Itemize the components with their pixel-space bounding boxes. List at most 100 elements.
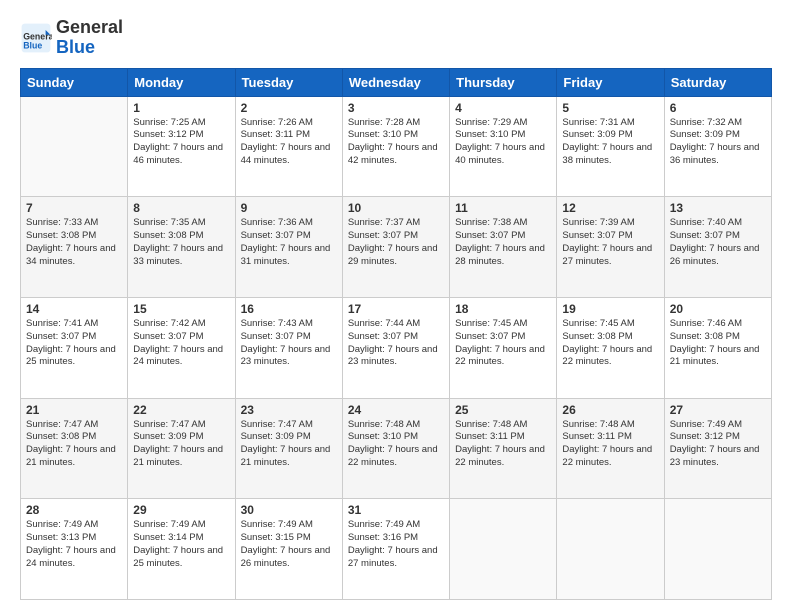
calendar-cell: [557, 499, 664, 600]
calendar-cell: 30Sunrise: 7:49 AMSunset: 3:15 PMDayligh…: [235, 499, 342, 600]
cell-info: Sunrise: 7:48 AMSunset: 3:11 PMDaylight:…: [562, 419, 658, 470]
day-number: 23: [241, 403, 337, 417]
day-number: 21: [26, 403, 122, 417]
weekday-header-thursday: Thursday: [450, 68, 557, 96]
day-number: 22: [133, 403, 229, 417]
cell-info: Sunrise: 7:36 AMSunset: 3:07 PMDaylight:…: [241, 217, 337, 268]
calendar-cell: 7 Sunrise: 7:33 AMSunset: 3:08 PMDaylight…: [21, 197, 128, 298]
day-number: 11: [455, 201, 551, 215]
week-row-2: 7 Sunrise: 7:33 AMSunset: 3:08 PMDaylight…: [21, 197, 772, 298]
week-row-1: 1 Sunrise: 7:25 AMSunset: 3:12 PMDaylight…: [21, 96, 772, 197]
cell-info: Sunrise: 7:49 AMSunset: 3:15 PMDaylight:…: [241, 519, 337, 570]
cell-info: Sunrise: 7:49 AMSunset: 3:13 PMDaylight:…: [26, 519, 122, 570]
cell-info: Sunrise: 7:26 AMSunset: 3:11 PMDaylight:…: [241, 117, 337, 168]
cell-info: Sunrise: 7:45 AMSunset: 3:08 PMDaylight:…: [562, 318, 658, 369]
cell-info: Sunrise: 7:39 AMSunset: 3:07 PMDaylight:…: [562, 217, 658, 268]
logo-blue: Blue: [56, 37, 95, 57]
cell-info: Sunrise: 7:49 AMSunset: 3:12 PMDaylight:…: [670, 419, 766, 470]
cell-info: Sunrise: 7:48 AMSunset: 3:11 PMDaylight:…: [455, 419, 551, 470]
day-number: 3: [348, 101, 444, 115]
calendar-cell: 31 Sunrise: 7:49 AMSunset: 3:16 PMDayligh…: [342, 499, 449, 600]
calendar-cell: 24 Sunrise: 7:48 AMSunset: 3:10 PMDayligh…: [342, 398, 449, 499]
day-number: 14: [26, 302, 122, 316]
calendar-cell: [21, 96, 128, 197]
calendar-cell: 4Sunrise: 7:29 AMSunset: 3:10 PMDaylight…: [450, 96, 557, 197]
cell-info: Sunrise: 7:37 AMSunset: 3:07 PMDaylight:…: [348, 217, 444, 268]
day-number: 7: [26, 201, 122, 215]
day-number: 12: [562, 201, 658, 215]
calendar-cell: 13 Sunrise: 7:40 AMSunset: 3:07 PMDayligh…: [664, 197, 771, 298]
calendar-cell: 14 Sunrise: 7:41 AMSunset: 3:07 PMDayligh…: [21, 297, 128, 398]
cell-info: Sunrise: 7:49 AMSunset: 3:16 PMDaylight:…: [348, 519, 444, 570]
header: General Blue General Blue: [20, 18, 772, 58]
calendar-cell: 25 Sunrise: 7:48 AMSunset: 3:11 PMDayligh…: [450, 398, 557, 499]
day-number: 24: [348, 403, 444, 417]
weekday-header-monday: Monday: [128, 68, 235, 96]
cell-info: Sunrise: 7:42 AMSunset: 3:07 PMDaylight:…: [133, 318, 229, 369]
calendar-cell: 6Sunrise: 7:32 AMSunset: 3:09 PMDaylight…: [664, 96, 771, 197]
calendar-cell: [664, 499, 771, 600]
day-number: 31: [348, 503, 444, 517]
day-number: 27: [670, 403, 766, 417]
cell-info: Sunrise: 7:40 AMSunset: 3:07 PMDaylight:…: [670, 217, 766, 268]
cell-info: Sunrise: 7:35 AMSunset: 3:08 PMDaylight:…: [133, 217, 229, 268]
cell-info: Sunrise: 7:47 AMSunset: 3:09 PMDaylight:…: [241, 419, 337, 470]
calendar-cell: 11 Sunrise: 7:38 AMSunset: 3:07 PMDayligh…: [450, 197, 557, 298]
calendar-cell: 28 Sunrise: 7:49 AMSunset: 3:13 PMDayligh…: [21, 499, 128, 600]
page: General Blue General Blue SundayMondayTu…: [0, 0, 792, 612]
calendar-cell: 16Sunrise: 7:43 AMSunset: 3:07 PMDayligh…: [235, 297, 342, 398]
cell-info: Sunrise: 7:31 AMSunset: 3:09 PMDaylight:…: [562, 117, 658, 168]
calendar-cell: 19 Sunrise: 7:45 AMSunset: 3:08 PMDayligh…: [557, 297, 664, 398]
cell-info: Sunrise: 7:48 AMSunset: 3:10 PMDaylight:…: [348, 419, 444, 470]
day-number: 15: [133, 302, 229, 316]
cell-info: Sunrise: 7:41 AMSunset: 3:07 PMDaylight:…: [26, 318, 122, 369]
cell-info: Sunrise: 7:28 AMSunset: 3:10 PMDaylight:…: [348, 117, 444, 168]
cell-info: Sunrise: 7:46 AMSunset: 3:08 PMDaylight:…: [670, 318, 766, 369]
svg-text:Blue: Blue: [23, 40, 42, 50]
cell-info: Sunrise: 7:29 AMSunset: 3:10 PMDaylight:…: [455, 117, 551, 168]
calendar-cell: 3 Sunrise: 7:28 AMSunset: 3:10 PMDaylight…: [342, 96, 449, 197]
calendar-cell: 26 Sunrise: 7:48 AMSunset: 3:11 PMDayligh…: [557, 398, 664, 499]
calendar-cell: 17 Sunrise: 7:44 AMSunset: 3:07 PMDayligh…: [342, 297, 449, 398]
logo-icon: General Blue: [20, 22, 52, 54]
day-number: 1: [133, 101, 229, 115]
weekday-header-tuesday: Tuesday: [235, 68, 342, 96]
day-number: 16: [241, 302, 337, 316]
calendar-cell: 20 Sunrise: 7:46 AMSunset: 3:08 PMDayligh…: [664, 297, 771, 398]
day-number: 5: [562, 101, 658, 115]
day-number: 13: [670, 201, 766, 215]
weekday-header-saturday: Saturday: [664, 68, 771, 96]
calendar-cell: 1 Sunrise: 7:25 AMSunset: 3:12 PMDaylight…: [128, 96, 235, 197]
day-number: 19: [562, 302, 658, 316]
weekday-header-wednesday: Wednesday: [342, 68, 449, 96]
cell-info: Sunrise: 7:45 AMSunset: 3:07 PMDaylight:…: [455, 318, 551, 369]
day-number: 17: [348, 302, 444, 316]
day-number: 28: [26, 503, 122, 517]
calendar-cell: 27 Sunrise: 7:49 AMSunset: 3:12 PMDayligh…: [664, 398, 771, 499]
day-number: 26: [562, 403, 658, 417]
logo-general: General: [56, 17, 123, 37]
weekday-header-friday: Friday: [557, 68, 664, 96]
calendar-table: SundayMondayTuesdayWednesdayThursdayFrid…: [20, 68, 772, 600]
calendar-cell: 23 Sunrise: 7:47 AMSunset: 3:09 PMDayligh…: [235, 398, 342, 499]
cell-info: Sunrise: 7:47 AMSunset: 3:08 PMDaylight:…: [26, 419, 122, 470]
cell-info: Sunrise: 7:44 AMSunset: 3:07 PMDaylight:…: [348, 318, 444, 369]
weekday-header-row: SundayMondayTuesdayWednesdayThursdayFrid…: [21, 68, 772, 96]
day-number: 10: [348, 201, 444, 215]
week-row-5: 28 Sunrise: 7:49 AMSunset: 3:13 PMDayligh…: [21, 499, 772, 600]
calendar-cell: 21 Sunrise: 7:47 AMSunset: 3:08 PMDayligh…: [21, 398, 128, 499]
cell-info: Sunrise: 7:33 AMSunset: 3:08 PMDaylight:…: [26, 217, 122, 268]
day-number: 25: [455, 403, 551, 417]
calendar-cell: 12 Sunrise: 7:39 AMSunset: 3:07 PMDayligh…: [557, 197, 664, 298]
cell-info: Sunrise: 7:38 AMSunset: 3:07 PMDaylight:…: [455, 217, 551, 268]
cell-info: Sunrise: 7:25 AMSunset: 3:12 PMDaylight:…: [133, 117, 229, 168]
calendar-cell: 15 Sunrise: 7:42 AMSunset: 3:07 PMDayligh…: [128, 297, 235, 398]
day-number: 20: [670, 302, 766, 316]
calendar-cell: 2Sunrise: 7:26 AMSunset: 3:11 PMDaylight…: [235, 96, 342, 197]
calendar-cell: 8Sunrise: 7:35 AMSunset: 3:08 PMDaylight…: [128, 197, 235, 298]
cell-info: Sunrise: 7:49 AMSunset: 3:14 PMDaylight:…: [133, 519, 229, 570]
calendar-cell: 5 Sunrise: 7:31 AMSunset: 3:09 PMDaylight…: [557, 96, 664, 197]
day-number: 18: [455, 302, 551, 316]
week-row-4: 21 Sunrise: 7:47 AMSunset: 3:08 PMDayligh…: [21, 398, 772, 499]
calendar-cell: 22Sunrise: 7:47 AMSunset: 3:09 PMDayligh…: [128, 398, 235, 499]
